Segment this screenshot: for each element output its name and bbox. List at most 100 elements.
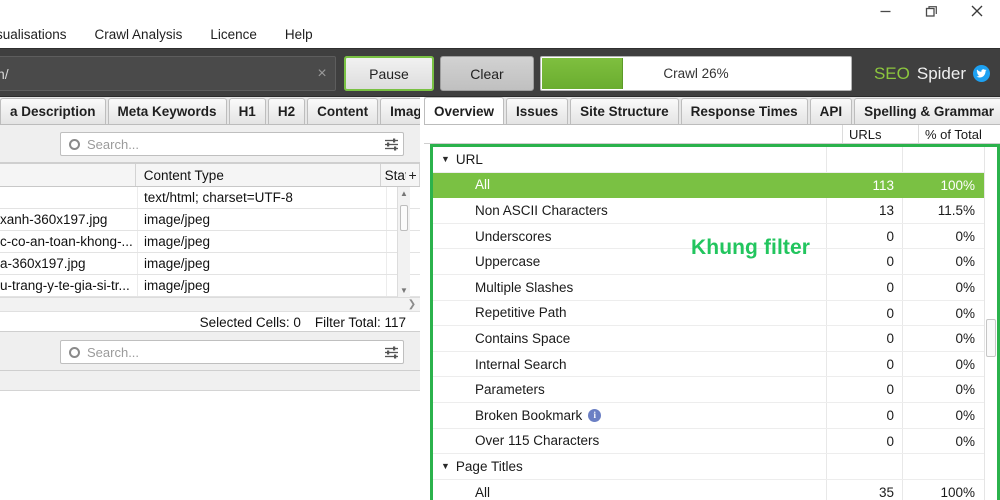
- search-filter-icon[interactable]: [379, 138, 403, 151]
- results-status-line: Selected Cells: 0 Filter Total: 117: [0, 311, 420, 333]
- overview-row-urls: 13: [826, 198, 902, 223]
- hscroll-right-icon[interactable]: ❯: [404, 299, 420, 310]
- scroll-down-icon[interactable]: ▼: [398, 284, 410, 297]
- overview-filter-row[interactable]: All 35 100%: [433, 479, 984, 500]
- tab-site-structure[interactable]: Site Structure: [570, 98, 679, 124]
- lower-search-placeholder: Search...: [87, 344, 140, 360]
- overview-row-text: Underscores: [475, 228, 552, 244]
- column-header-content-type[interactable]: Content Type: [136, 164, 381, 186]
- overview-row-percent: 0%: [902, 274, 984, 300]
- cell-content-type[interactable]: image/jpeg: [138, 253, 387, 274]
- overview-filter-row[interactable]: All 113 100%: [433, 172, 984, 199]
- overview-group-row[interactable]: ▼ URL: [433, 147, 984, 173]
- column-header-status[interactable]: Stat: [381, 164, 407, 186]
- overview-row-percent: 11.5%: [902, 198, 984, 223]
- pause-button[interactable]: Pause: [344, 56, 434, 91]
- url-input-value: n/: [0, 65, 9, 82]
- overview-row-urls: 113: [826, 172, 902, 198]
- menu-item-crawl-analysis[interactable]: Crawl Analysis: [81, 22, 197, 48]
- results-vertical-scrollbar[interactable]: ▲ ▼: [397, 187, 410, 297]
- tab-images[interactable]: Images: [380, 98, 420, 124]
- overview-row-text: Uppercase: [475, 254, 541, 270]
- overview-row-label: ▼ URL: [433, 152, 826, 167]
- crawl-progress-bar: Crawl 26%: [540, 56, 852, 91]
- url-input[interactable]: n/ ×: [0, 56, 336, 91]
- results-table-header: Content Type Stat +: [0, 164, 421, 187]
- cell-address[interactable]: xanh-360x197.jpg: [0, 209, 138, 230]
- lower-pane-header: [0, 371, 420, 391]
- overview-column-percent[interactable]: % of Total: [918, 125, 1000, 143]
- tab-issues[interactable]: Issues: [506, 98, 569, 124]
- cell-address[interactable]: u-trang-y-te-gia-si-tr...: [0, 275, 138, 296]
- cell-content-type[interactable]: image/jpeg: [138, 231, 387, 252]
- overview-filter-row[interactable]: Non ASCII Characters 13 11.5%: [433, 198, 984, 224]
- clear-url-icon[interactable]: ×: [309, 65, 335, 82]
- chevron-down-icon[interactable]: ▼: [441, 154, 450, 164]
- overview-filter-row[interactable]: Parameters 0 0%: [433, 377, 984, 403]
- overview-row-urls: 0: [826, 223, 902, 249]
- results-horizontal-scrollbar[interactable]: ❯: [0, 297, 420, 311]
- chevron-down-icon[interactable]: ▼: [441, 461, 450, 471]
- menu-item-licence[interactable]: Licence: [196, 22, 271, 48]
- scroll-thumb[interactable]: [400, 205, 408, 231]
- table-row[interactable]: c-co-an-toan-khong-... image/jpeg: [0, 231, 420, 253]
- tab-meta-description[interactable]: a Description: [0, 98, 106, 124]
- table-row[interactable]: a-360x197.jpg image/jpeg: [0, 253, 420, 275]
- tab-api[interactable]: API: [809, 98, 853, 124]
- scroll-up-icon[interactable]: ▲: [398, 187, 410, 200]
- tab-meta-keywords[interactable]: Meta Keywords: [107, 98, 227, 124]
- selected-cells-stat: Selected Cells: 0: [200, 315, 301, 330]
- tab-h2[interactable]: H2: [267, 98, 306, 124]
- right-tabstrip: Overview Issues Site Structure Response …: [424, 97, 1000, 125]
- twitter-icon[interactable]: [973, 65, 990, 82]
- cell-content-type[interactable]: image/jpeg: [138, 275, 387, 296]
- overview-filter-row[interactable]: Repetitive Path 0 0%: [433, 300, 984, 327]
- search-placeholder: Search...: [87, 136, 140, 152]
- overview-filter-row[interactable]: Broken Bookmark i 0 0%: [433, 402, 984, 429]
- overview-row-urls: 0: [826, 326, 902, 351]
- minimize-icon[interactable]: [862, 0, 908, 22]
- overview-group-row[interactable]: ▼ Page Titles: [433, 454, 984, 480]
- tab-spelling-grammar[interactable]: Spelling & Grammar: [854, 98, 1000, 124]
- lower-search-filter-icon[interactable]: [379, 346, 403, 359]
- table-row[interactable]: xanh-360x197.jpg image/jpeg: [0, 209, 420, 231]
- overview-row-label: Broken Bookmark i: [433, 408, 826, 423]
- overview-column-urls[interactable]: URLs: [842, 125, 918, 143]
- tab-h1[interactable]: H1: [228, 98, 266, 124]
- overview-row-label: Multiple Slashes: [433, 280, 826, 295]
- clear-button[interactable]: Clear: [440, 56, 534, 91]
- menu-item-help[interactable]: Help: [271, 22, 327, 48]
- cell-address[interactable]: c-co-an-toan-khong-...: [0, 231, 138, 252]
- overview-filter-row[interactable]: Contains Space 0 0%: [433, 326, 984, 352]
- overview-scrollbar[interactable]: [984, 147, 997, 500]
- search-input[interactable]: Search...: [60, 132, 404, 156]
- overview-column-name[interactable]: [424, 125, 842, 143]
- overview-filter-row[interactable]: Over 115 Characters 0 0%: [433, 428, 984, 455]
- lower-search-input[interactable]: Search...: [60, 340, 404, 364]
- menubar: sualisations Crawl Analysis Licence Help: [0, 22, 1000, 48]
- cell-address[interactable]: [0, 187, 138, 208]
- tab-response-times[interactable]: Response Times: [680, 98, 808, 124]
- table-row[interactable]: text/html; charset=UTF-8: [0, 187, 420, 209]
- selected-cells-value: 0: [293, 315, 301, 330]
- restore-icon[interactable]: [908, 0, 954, 22]
- cell-content-type[interactable]: image/jpeg: [138, 209, 387, 230]
- overview-row-text: Non ASCII Characters: [475, 202, 608, 218]
- window-controls: [862, 0, 1000, 22]
- cell-address[interactable]: a-360x197.jpg: [0, 253, 138, 274]
- overview-filter-row[interactable]: Multiple Slashes 0 0%: [433, 274, 984, 301]
- overview-row-text: Broken Bookmark: [475, 407, 583, 423]
- table-row[interactable]: u-trang-y-te-gia-si-tr... image/jpeg: [0, 275, 420, 297]
- menu-item-visualisations[interactable]: sualisations: [0, 22, 81, 48]
- tab-content[interactable]: Content: [307, 98, 379, 124]
- cell-content-type[interactable]: text/html; charset=UTF-8: [138, 187, 387, 208]
- tab-overview[interactable]: Overview: [424, 97, 505, 124]
- column-add-icon[interactable]: +: [406, 164, 421, 186]
- overview-scroll-thumb[interactable]: [986, 319, 996, 357]
- results-table: Content Type Stat + text/html; charset=U…: [0, 163, 421, 333]
- overview-filter-row[interactable]: Internal Search 0 0%: [433, 351, 984, 378]
- column-header-address[interactable]: [0, 164, 136, 186]
- info-icon[interactable]: i: [588, 408, 602, 422]
- overview-row-percent: 0%: [902, 402, 984, 428]
- close-icon[interactable]: [954, 0, 1000, 22]
